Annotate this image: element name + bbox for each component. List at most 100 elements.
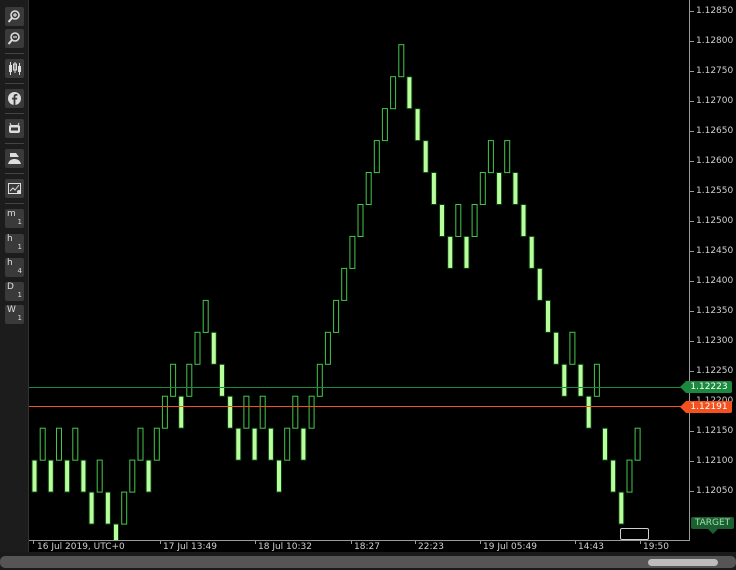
timeframe-w1-button[interactable]: W 1	[5, 305, 24, 324]
price-tick	[690, 251, 694, 252]
price-label: 1.12850	[696, 6, 734, 16]
renko-brick-up	[72, 427, 79, 461]
renko-chart[interactable]	[29, 0, 689, 540]
timeframe-period: 4	[17, 267, 22, 275]
time-label: 16 Jul 2019, UTC+0	[37, 542, 125, 552]
time-label: 22:23	[418, 542, 444, 552]
robot-icon[interactable]	[5, 119, 24, 138]
time-tick	[351, 540, 352, 544]
chart-settings-icon[interactable]	[5, 179, 24, 198]
renko-brick-up	[593, 363, 600, 397]
renko-brick-down	[536, 267, 543, 301]
price-tick	[690, 131, 694, 132]
renko-brick-down	[463, 235, 470, 269]
price-label: 1.12550	[696, 186, 734, 196]
renko-brick-down	[210, 331, 217, 365]
toolbar-separator	[5, 203, 24, 204]
renko-brick-up	[259, 395, 266, 429]
renko-brick-down	[64, 459, 71, 493]
current-price-line	[29, 387, 689, 388]
time-tick	[33, 540, 34, 544]
renko-brick-down	[577, 363, 584, 397]
timeframe-period: 1	[17, 291, 22, 299]
renko-brick-down	[31, 459, 38, 493]
renko-brick-down	[235, 427, 242, 461]
price-tick	[690, 281, 694, 282]
time-cursor-marker[interactable]	[620, 528, 649, 540]
renko-brick-up	[56, 427, 62, 461]
timeframe-m1-button[interactable]: m 1	[5, 209, 24, 228]
price-label: 1.12250	[696, 366, 734, 376]
renko-brick-down	[545, 299, 551, 333]
time-tick	[575, 540, 576, 544]
price-tick	[690, 41, 694, 42]
target-price-tag[interactable]: 1.12191	[680, 401, 732, 413]
timeframe-d1-button[interactable]: D 1	[5, 282, 24, 301]
time-axis	[29, 540, 690, 541]
renko-brick-up	[569, 331, 576, 365]
price-axis	[689, 0, 690, 540]
candlestick-icon[interactable]	[5, 59, 24, 78]
renko-brick-up	[121, 491, 128, 525]
timeframe-label: h	[7, 234, 13, 244]
timeframe-h1-button[interactable]: h 1	[5, 234, 24, 253]
renko-brick-up	[153, 427, 160, 461]
renko-brick-down	[618, 491, 625, 525]
renko-brick-down	[47, 459, 54, 493]
time-tick	[415, 540, 416, 544]
time-label: 19 Jul 05:49	[483, 542, 537, 552]
price-label: 1.12150	[696, 426, 734, 436]
price-tick	[690, 311, 694, 312]
time-label: 18 Jul 10:32	[258, 542, 312, 552]
renko-brick-up	[390, 76, 397, 110]
price-label: 1.12450	[696, 246, 734, 256]
left-toolbar: m 1 h 1 h 4 D 1 W 1	[0, 0, 29, 552]
timeframe-label: h	[7, 258, 13, 268]
renko-brick-down	[80, 459, 87, 493]
zoom-in-icon[interactable]	[5, 7, 24, 26]
renko-brick-up	[333, 299, 340, 333]
timeframe-period: 1	[17, 243, 22, 251]
timeframe-period: 1	[17, 314, 22, 322]
renko-brick-up	[487, 140, 494, 174]
renko-brick-up	[349, 235, 356, 269]
renko-brick-down	[447, 235, 454, 269]
facebook-icon[interactable]	[5, 89, 24, 108]
price-label: 1.12800	[696, 36, 734, 46]
renko-brick-up	[137, 427, 144, 461]
target-price-line[interactable]	[29, 406, 689, 407]
renko-brick-down	[300, 427, 307, 461]
renko-brick-up	[373, 140, 380, 174]
renko-brick-down	[276, 459, 282, 493]
target-button[interactable]: TARGET	[691, 517, 734, 529]
price-label: 1.12500	[696, 216, 734, 226]
renko-brick-down	[430, 172, 437, 205]
renko-brick-up	[243, 395, 250, 429]
renko-brick-up	[202, 299, 209, 333]
time-label: 14:43	[578, 542, 604, 552]
renko-brick-up	[324, 331, 331, 365]
toolbar-separator	[5, 143, 24, 144]
person-icon[interactable]	[5, 149, 24, 168]
price-tick	[690, 11, 694, 12]
target-arrow-icon	[708, 529, 718, 534]
scrollbar-thumb[interactable]	[648, 559, 718, 566]
renko-brick-up	[39, 427, 46, 461]
time-tick	[480, 540, 481, 544]
renko-brick-down	[439, 204, 445, 237]
renko-brick-down	[113, 523, 119, 540]
renko-brick-up	[316, 363, 323, 397]
renko-brick-down	[512, 172, 519, 205]
price-tick	[690, 161, 694, 162]
renko-brick-down	[422, 140, 429, 174]
renko-brick-up	[129, 459, 136, 493]
time-label: 18:27	[354, 542, 380, 552]
scrollbar-track[interactable]	[0, 556, 736, 568]
price-tick	[690, 371, 694, 372]
timeframe-h4-button[interactable]: h 4	[5, 258, 24, 277]
toolbar-separator	[5, 113, 24, 114]
zoom-out-icon[interactable]	[5, 29, 24, 48]
price-label: 1.12650	[696, 126, 734, 136]
renko-brick-down	[178, 395, 185, 429]
renko-brick-up	[381, 108, 388, 142]
